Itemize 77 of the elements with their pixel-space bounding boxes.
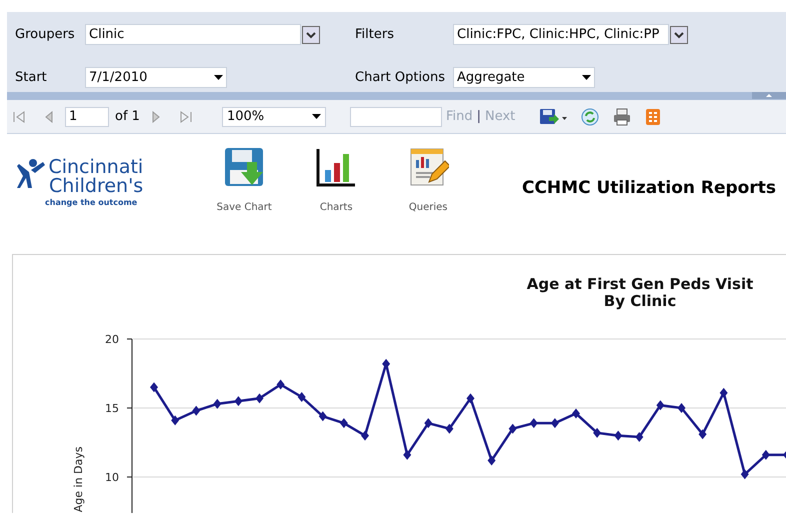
document-icon[interactable] bbox=[645, 108, 662, 126]
action-button[interactable]: Save Chart bbox=[218, 146, 270, 215]
data-point bbox=[403, 450, 412, 460]
data-point bbox=[234, 396, 242, 406]
action-button[interactable]: Queries bbox=[402, 146, 454, 215]
data-point bbox=[192, 406, 200, 416]
caret-icon bbox=[582, 75, 591, 80]
logo-line: Children's bbox=[49, 177, 144, 196]
logo-line: Cincinnati bbox=[48, 158, 144, 177]
data-point bbox=[550, 418, 559, 428]
first-page-icon[interactable] bbox=[13, 110, 25, 122]
data-point bbox=[740, 469, 749, 480]
y-axis-label: Age in Days bbox=[72, 446, 85, 512]
data-point bbox=[656, 400, 664, 410]
parameter-label: Filters bbox=[355, 26, 395, 44]
collapse-tab[interactable] bbox=[752, 92, 786, 99]
data-point bbox=[318, 411, 327, 422]
y-tick-label: 15 bbox=[105, 402, 119, 415]
data-point bbox=[593, 428, 602, 438]
figure-logo-icon bbox=[17, 158, 45, 188]
logo-tagline: change the outcome bbox=[45, 199, 138, 207]
data-point bbox=[171, 415, 180, 426]
data-point bbox=[256, 393, 264, 404]
data-point bbox=[530, 418, 538, 428]
caret-icon bbox=[312, 114, 321, 119]
chart-title: By Clinic bbox=[604, 292, 676, 310]
data-point bbox=[466, 393, 474, 404]
data-point bbox=[508, 424, 517, 434]
data-point bbox=[572, 408, 580, 419]
refresh-icon[interactable] bbox=[581, 108, 600, 126]
save-export-icon[interactable] bbox=[539, 108, 568, 126]
page-number-field[interactable]: 1 bbox=[65, 106, 109, 126]
data-point bbox=[614, 430, 622, 441]
splitter-bar[interactable] bbox=[7, 92, 786, 100]
data-point bbox=[635, 432, 644, 442]
data-point bbox=[424, 418, 432, 428]
dropdown-button[interactable] bbox=[670, 26, 688, 44]
previous-page-icon[interactable] bbox=[45, 110, 53, 122]
data-point bbox=[783, 450, 786, 460]
printer-icon[interactable] bbox=[613, 108, 632, 126]
parameter-field[interactable]: Clinic:FPC, Clinic:HPC, Clinic:PP bbox=[453, 24, 669, 45]
parameter-dropdown[interactable]: Aggregate bbox=[453, 67, 595, 88]
data-point bbox=[276, 380, 285, 390]
find-field[interactable] bbox=[350, 106, 442, 126]
data-point bbox=[382, 358, 390, 369]
data-point bbox=[298, 392, 306, 402]
data-point bbox=[361, 430, 369, 441]
y-tick-label: 20 bbox=[105, 333, 119, 346]
zoom-dropdown[interactable]: 100% bbox=[222, 106, 326, 126]
parameter-dropdown[interactable]: 7/1/2010 bbox=[85, 67, 227, 88]
data-point bbox=[340, 418, 348, 428]
data-point bbox=[720, 388, 728, 398]
data-point bbox=[445, 424, 454, 434]
caret-up-icon bbox=[766, 94, 772, 97]
parameter-label: Start bbox=[15, 68, 48, 87]
data-point bbox=[150, 382, 158, 392]
parameter-label: Groupers bbox=[15, 26, 76, 44]
chart-title: Age at First Gen Peds Visit bbox=[526, 275, 754, 293]
parameter-field[interactable]: Clinic bbox=[85, 24, 301, 45]
report-title: CCHMC Utilization Reports bbox=[522, 177, 776, 200]
y-tick-label: 10 bbox=[105, 471, 119, 484]
action-button[interactable]: Charts bbox=[310, 146, 362, 215]
data-point bbox=[213, 398, 222, 409]
caret-icon bbox=[214, 75, 223, 80]
last-page-icon[interactable] bbox=[180, 110, 192, 122]
data-point bbox=[488, 455, 496, 466]
dropdown-button[interactable] bbox=[302, 26, 320, 44]
data-point bbox=[762, 450, 770, 460]
next-page-icon[interactable] bbox=[152, 110, 160, 122]
chevron-down-icon bbox=[306, 30, 316, 38]
data-point bbox=[678, 403, 686, 413]
bar-chart-icon bbox=[315, 146, 358, 188]
link-separator: | bbox=[476, 108, 481, 126]
parameter-label: Chart Options bbox=[355, 68, 446, 87]
page-count: of 1 bbox=[115, 108, 140, 126]
data-point bbox=[698, 429, 707, 440]
chevron-down-icon bbox=[674, 30, 684, 38]
